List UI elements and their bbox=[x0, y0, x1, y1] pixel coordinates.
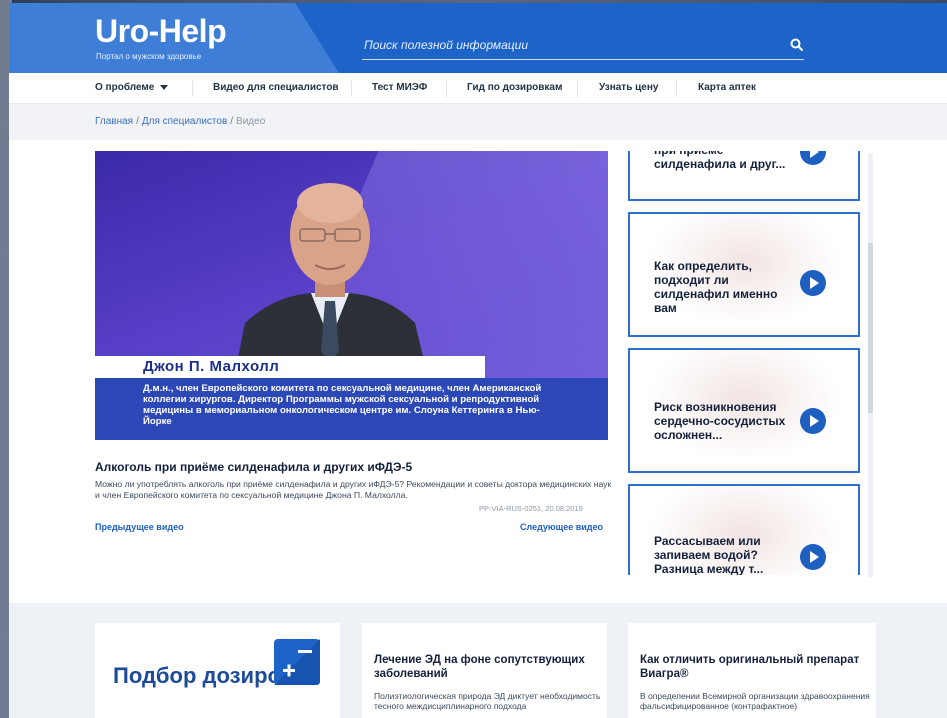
playlist-item[interactable]: при приёме силденафила и друг... bbox=[628, 151, 860, 201]
play-icon[interactable] bbox=[800, 544, 826, 570]
playlist-item[interactable]: Риск возникновения сердечно-сосудистых о… bbox=[628, 348, 860, 473]
video-title: Алкоголь при приёме силденафила и других… bbox=[95, 460, 413, 474]
playlist-item[interactable]: Рассасываем или запиваем водой? Разница … bbox=[628, 484, 860, 575]
speaker-name-plate: Джон П. Малхолл bbox=[95, 356, 485, 378]
playlist-item[interactable]: Как определить, подходит ли силденафил и… bbox=[628, 212, 860, 337]
speaker-caption-band: Д.м.н., член Европейского комитета по се… bbox=[95, 378, 608, 440]
playlist-item-title: при приёме силденафила и друг... bbox=[654, 151, 786, 171]
playlist-item-title: Рассасываем или запиваем водой? Разница … bbox=[654, 534, 764, 575]
breadcrumb: Главная / Для специалистов / Видео bbox=[95, 116, 265, 127]
nav-divider bbox=[192, 81, 193, 97]
nav-divider bbox=[676, 81, 677, 97]
nav-item-price[interactable]: Узнать цену bbox=[599, 82, 658, 93]
search-icon[interactable] bbox=[790, 38, 804, 52]
video-player[interactable]: Джон П. Малхолл Д.м.н., член Европейског… bbox=[95, 151, 608, 440]
nav-item-dosage-guide[interactable]: Гид по дозировкам bbox=[467, 82, 562, 93]
play-icon[interactable] bbox=[800, 270, 826, 296]
nav-divider bbox=[446, 81, 447, 97]
original-drug-card-text: В определении Всемирной организации здра… bbox=[640, 691, 870, 711]
comorbidity-card[interactable]: Лечение ЭД на фоне сопутствующих заболев… bbox=[362, 623, 607, 718]
nav-item-pharmacy-map[interactable]: Карта аптек bbox=[698, 82, 756, 93]
search-input[interactable] bbox=[364, 38, 764, 52]
video-playlist: при приёме силденафила и друг... Как опр… bbox=[628, 151, 874, 575]
video-code: PP-VIA-RUS-0251, 20.08.2019 bbox=[479, 504, 583, 513]
nav-item-label: О проблеме bbox=[95, 82, 155, 93]
scrollbar-thumb[interactable] bbox=[868, 243, 873, 413]
calculator-icon bbox=[274, 639, 320, 685]
breadcrumb-home[interactable]: Главная bbox=[95, 116, 133, 127]
chevron-down-icon bbox=[160, 84, 169, 90]
nav-item-specialist-videos[interactable]: Видео для специалистов bbox=[213, 82, 339, 93]
breadcrumb-section[interactable]: Для специалистов bbox=[142, 116, 227, 127]
search-bar bbox=[362, 32, 804, 60]
playlist-item-title: Как определить, подходит ли силденафил и… bbox=[654, 259, 778, 315]
comorbidity-card-text: Полиэтиологическая природа ЭД диктует не… bbox=[374, 691, 601, 711]
nav-item-iief-test[interactable]: Тест МИЭФ bbox=[372, 82, 427, 93]
site-header: Uro-Help Портал о мужском здоровье bbox=[9, 3, 947, 73]
speaker-caption: Д.м.н., член Европейского комитета по се… bbox=[143, 383, 542, 427]
breadcrumb-separator: / bbox=[230, 116, 234, 127]
breadcrumb-separator: / bbox=[136, 116, 139, 127]
original-drug-card-title: Как отличить оригинальный препарат Виагр… bbox=[640, 654, 860, 680]
nav-item-about-problem[interactable]: О проблеме bbox=[95, 82, 169, 93]
breadcrumb-bar: Главная / Для специалистов / Видео bbox=[9, 104, 947, 140]
video-description: Можно ли употреблять алкоголь при приёме… bbox=[95, 479, 612, 500]
speaker-name: Джон П. Малхолл bbox=[143, 358, 280, 375]
site-tagline: Портал о мужском здоровье bbox=[96, 52, 202, 61]
main-nav: О проблеме Видео для специалистов Тест М… bbox=[9, 73, 947, 104]
dosage-card[interactable]: Подбор дозировки bbox=[95, 623, 340, 718]
nav-divider bbox=[577, 81, 578, 97]
original-drug-card[interactable]: Как отличить оригинальный препарат Виагр… bbox=[628, 623, 876, 718]
nav-divider bbox=[351, 81, 352, 97]
web-page: Uro-Help Портал о мужском здоровье О про… bbox=[9, 3, 947, 718]
previous-video-link[interactable]: Предыдущее видео bbox=[95, 522, 184, 532]
playlist-item-title: Риск возникновения сердечно-сосудистых о… bbox=[654, 400, 786, 442]
next-video-link[interactable]: Следующее видео bbox=[520, 522, 603, 532]
play-icon[interactable] bbox=[800, 408, 826, 434]
site-logo[interactable]: Uro-Help bbox=[95, 13, 227, 50]
comorbidity-card-title: Лечение ЭД на фоне сопутствующих заболев… bbox=[374, 654, 585, 680]
playlist-scrollbar[interactable] bbox=[868, 153, 873, 577]
breadcrumb-current: Видео bbox=[236, 116, 266, 127]
speaker-figure bbox=[235, 183, 427, 373]
